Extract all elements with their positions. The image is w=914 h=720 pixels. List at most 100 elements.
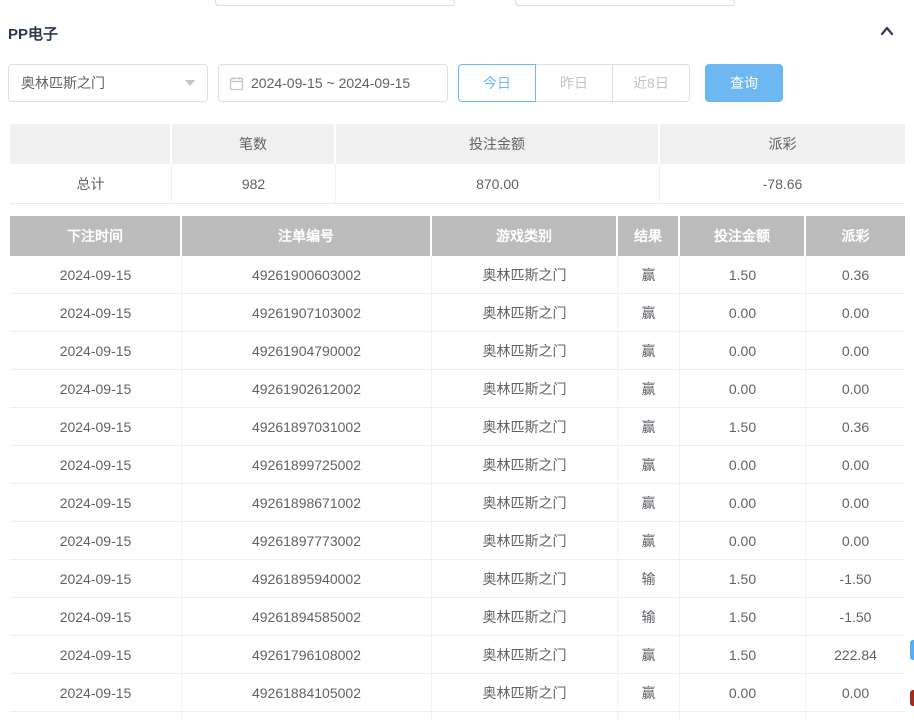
cropped-input-fragment: [515, 0, 735, 6]
cell-game-category: 奥林匹斯之门: [432, 256, 618, 294]
cell-result: 赢: [618, 674, 680, 712]
cell-result: 赢: [618, 256, 680, 294]
summary-header-bet-amount: 投注金额: [336, 124, 660, 164]
bet-records-body: 2024-09-15 49261900603002 奥林匹斯之门 赢 1.50 …: [10, 256, 905, 712]
cell-bet-time: 2024-09-15: [10, 522, 182, 560]
cell-result: 赢: [618, 636, 680, 674]
cell-bet-id: 49261898671002: [182, 484, 432, 522]
cell-bet-id: 49261907103002: [182, 294, 432, 332]
summary-header-payout: 派彩: [660, 124, 905, 164]
caret-down-icon: [185, 80, 195, 86]
cell-game-category: 奥林匹斯之门: [432, 484, 618, 522]
cell-result: 输: [618, 598, 680, 636]
cell-result: 赢: [618, 484, 680, 522]
summary-total-bet-amount: 870.00: [336, 164, 660, 204]
pp-electronic-panel: PP电子 奥林匹斯之门 2024-09-15 ~ 2024-09-15 今日 昨…: [0, 0, 914, 720]
cell-game-category: 奥林匹斯之门: [432, 598, 618, 636]
cell-payout: 0.36: [806, 408, 905, 446]
cell-bet-time: 2024-09-15: [10, 332, 182, 370]
date-range-input[interactable]: 2024-09-15 ~ 2024-09-15: [218, 64, 448, 102]
table-row: 2024-09-15 49261894585002 奥林匹斯之门 输 1.50 …: [10, 598, 905, 636]
cell-bet-id: 49261904790002: [182, 332, 432, 370]
date-range-value: 2024-09-15 ~ 2024-09-15: [251, 75, 411, 91]
cell-bet-amount: 1.50: [680, 408, 806, 446]
cell-bet-amount: 1.50: [680, 560, 806, 598]
cell-bet-id: 49261894585002: [182, 598, 432, 636]
summary-header-bets: 笔数: [172, 124, 336, 164]
cell-bet-time: 2024-09-15: [10, 674, 182, 712]
floating-widget-red-clipped[interactable]: [910, 690, 914, 706]
collapse-panel-button[interactable]: [876, 22, 898, 44]
cell-bet-id: 49261902612002: [182, 370, 432, 408]
cell-payout: -1.50: [806, 598, 905, 636]
cell-bet-time: 2024-09-15: [10, 484, 182, 522]
today-button[interactable]: 今日: [458, 64, 536, 102]
cell-bet-amount: 0.00: [680, 674, 806, 712]
cell-game-category: 奥林匹斯之门: [432, 522, 618, 560]
table-row: 2024-09-15 49261900603002 奥林匹斯之门 赢 1.50 …: [10, 256, 905, 294]
cell-game-category: 奥林匹斯之门: [432, 446, 618, 484]
cell-bet-time: 2024-09-15: [10, 370, 182, 408]
col-header-payout: 派彩: [806, 216, 905, 256]
panel-title: PP电子: [8, 26, 59, 43]
summary-total-row: 总计 982 870.00 -78.66: [10, 164, 905, 204]
cell-bet-id: 49261899725002: [182, 446, 432, 484]
cell-bet-amount: 0.00: [680, 484, 806, 522]
summary-header-empty: [10, 124, 172, 164]
cell-result: 赢: [618, 522, 680, 560]
search-button[interactable]: 查询: [705, 64, 783, 102]
cell-payout: 222.84: [806, 636, 905, 674]
summary-table-header: 笔数 投注金额 派彩: [10, 124, 905, 164]
table-row: 2024-09-15 49261897773002 奥林匹斯之门 赢 0.00 …: [10, 522, 905, 560]
table-row: 2024-09-15 49261907103002 奥林匹斯之门 赢 0.00 …: [10, 294, 905, 332]
col-header-bet-time: 下注时间: [10, 216, 182, 256]
cell-bet-amount: 0.00: [680, 294, 806, 332]
table-row-partial: [10, 712, 905, 720]
chevron-up-icon: [878, 22, 896, 45]
cell-payout: 0.00: [806, 522, 905, 560]
cell-result: 赢: [618, 446, 680, 484]
table-row: 2024-09-15 49261904790002 奥林匹斯之门 赢 0.00 …: [10, 332, 905, 370]
cell-result: 赢: [618, 332, 680, 370]
cell-bet-time: 2024-09-15: [10, 294, 182, 332]
cell-payout: 0.00: [806, 446, 905, 484]
cell-game-category: 奥林匹斯之门: [432, 370, 618, 408]
cell-bet-time: 2024-09-15: [10, 636, 182, 674]
summary-total-payout: -78.66: [660, 164, 905, 204]
cell-payout: 0.36: [806, 256, 905, 294]
cell-game-category: 奥林匹斯之门: [432, 674, 618, 712]
table-row: 2024-09-15 49261895940002 奥林匹斯之门 输 1.50 …: [10, 560, 905, 598]
cell-game-category: 奥林匹斯之门: [432, 408, 618, 446]
cell-bet-time: 2024-09-15: [10, 256, 182, 294]
floating-widget-blue-clipped[interactable]: [910, 640, 914, 660]
cell-result: 赢: [618, 370, 680, 408]
table-row: 2024-09-15 49261897031002 奥林匹斯之门 赢 1.50 …: [10, 408, 905, 446]
cell-bet-time: 2024-09-15: [10, 408, 182, 446]
summary-total-bets: 982: [172, 164, 336, 204]
cell-payout: 0.00: [806, 674, 905, 712]
col-header-bet-id: 注单编号: [182, 216, 432, 256]
table-row: 2024-09-15 49261898671002 奥林匹斯之门 赢 0.00 …: [10, 484, 905, 522]
calendar-icon: [229, 76, 244, 91]
summary-total-label: 总计: [10, 164, 172, 204]
cell-bet-amount: 1.50: [680, 598, 806, 636]
cell-bet-time: 2024-09-15: [10, 446, 182, 484]
cell-bet-time: 2024-09-15: [10, 560, 182, 598]
table-row: 2024-09-15 49261899725002 奥林匹斯之门 赢 0.00 …: [10, 446, 905, 484]
cell-payout: 0.00: [806, 332, 905, 370]
cell-result: 赢: [618, 294, 680, 332]
quick-range-button-group: 今日 昨日 近8日: [458, 64, 690, 102]
game-select[interactable]: 奥林匹斯之门: [8, 64, 208, 102]
yesterday-button[interactable]: 昨日: [535, 64, 613, 102]
cell-bet-amount: 0.00: [680, 446, 806, 484]
last-8-days-button[interactable]: 近8日: [612, 64, 690, 102]
cropped-input-fragment: [215, 0, 455, 6]
cell-bet-amount: 1.50: [680, 636, 806, 674]
col-header-result: 结果: [618, 216, 680, 256]
bet-records-header: 下注时间 注单编号 游戏类别 结果 投注金额 派彩: [10, 216, 905, 256]
table-row: 2024-09-15 49261902612002 奥林匹斯之门 赢 0.00 …: [10, 370, 905, 408]
cell-payout: 0.00: [806, 370, 905, 408]
cell-result: 输: [618, 560, 680, 598]
table-row: 2024-09-15 49261796108002 奥林匹斯之门 赢 1.50 …: [10, 636, 905, 674]
cell-game-category: 奥林匹斯之门: [432, 332, 618, 370]
